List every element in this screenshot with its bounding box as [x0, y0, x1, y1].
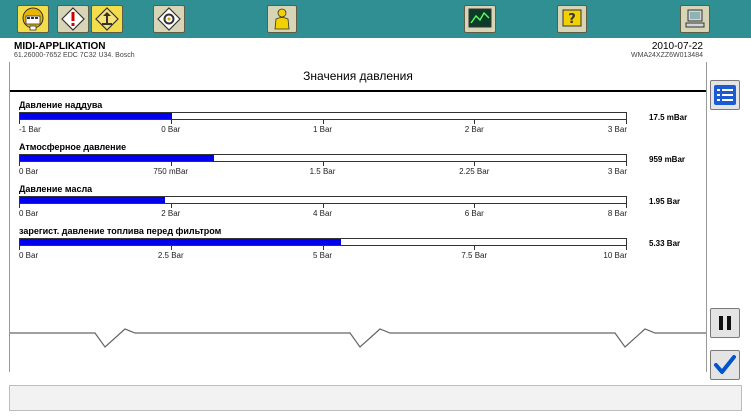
gauge-tick-label: 2.25 Bar — [459, 167, 490, 176]
gauge-tick — [626, 246, 627, 250]
gauge-tick-label: 0 Bar — [19, 251, 39, 260]
gauge-tick-label: 0 Bar — [161, 125, 181, 134]
gauge-tick — [322, 162, 324, 166]
gauge-tick — [170, 246, 172, 250]
gauge-bar — [19, 196, 627, 204]
help-button[interactable]: ? — [557, 5, 587, 33]
page-title: Значения давления — [10, 62, 706, 92]
gauge-ticks — [19, 120, 627, 124]
main-content: Значения давления Давление наддува -1 Bar… — [9, 62, 707, 372]
date-label: 2010-07-22 — [651, 41, 703, 52]
gauge-tick — [626, 204, 627, 208]
gauge-tick-label: 1 Bar — [312, 125, 333, 134]
diagnose-button[interactable] — [57, 5, 89, 33]
gauge-tick-label: 1.5 Bar — [309, 167, 336, 176]
gauge-tick — [474, 120, 476, 124]
gauge-tick-label: -1 Bar — [19, 125, 41, 134]
gauge-label: Атмосферное давление — [19, 142, 127, 152]
gauge-bar — [19, 154, 627, 162]
gauge-ticks — [19, 162, 627, 166]
warning-diamond-icon — [61, 7, 85, 31]
computer-button[interactable] — [680, 5, 710, 33]
computer-icon — [685, 9, 705, 28]
pause-icon — [719, 316, 731, 330]
gauge-bar — [19, 112, 627, 120]
gauge-tick-label: 0 Bar — [19, 167, 39, 176]
gauge-tick-label: 3 Bar — [607, 167, 627, 176]
question-icon: ? — [562, 9, 582, 27]
gauge-tick — [474, 246, 476, 250]
pause-button[interactable] — [710, 308, 740, 338]
vin-label: WMA24XZZ6W013484 — [631, 52, 703, 59]
gauge-tick — [170, 120, 172, 124]
gauge-label: Давление масла — [19, 184, 93, 194]
gauge-bar — [19, 238, 627, 246]
gauge-ticks — [19, 246, 627, 250]
gauge-tick-label: 10 Bar — [603, 251, 627, 260]
chart-button[interactable] — [464, 5, 496, 33]
gauge-bar-fill — [20, 239, 342, 245]
gauge-tick-label: 4 Bar — [312, 209, 333, 218]
list-icon — [714, 85, 736, 105]
gauge-tick — [322, 204, 324, 208]
gauge-tick-label: 8 Bar — [607, 209, 627, 218]
gauge-tick-label: 2.5 Bar — [157, 251, 184, 260]
measure-button[interactable] — [91, 5, 123, 33]
line-chart-icon — [468, 8, 492, 28]
status-bar — [9, 385, 742, 411]
gauge-tick — [626, 162, 627, 166]
gauge-tick — [170, 204, 172, 208]
scroll-break-line — [10, 328, 706, 348]
gauge-tick — [626, 120, 627, 124]
person-button[interactable] — [267, 5, 297, 33]
gauge-tick — [19, 204, 20, 208]
vehicle-header: MIDI-APPLIKATION 61.26000-7652 EDC 7C32 … — [0, 38, 751, 62]
bus-icon — [22, 7, 44, 31]
gauge-value: 959 mBar — [649, 155, 686, 164]
gauge-tick-label: 2 Bar — [161, 209, 181, 218]
gauge-tick — [19, 162, 20, 166]
gauge-value: 17.5 mBar — [649, 113, 688, 122]
bus-button[interactable] — [17, 5, 49, 33]
settings-button[interactable] — [153, 5, 185, 33]
gauge-tick-label: 5 Bar — [312, 251, 333, 260]
gauge-tick — [474, 162, 476, 166]
gauge-tick — [170, 162, 172, 166]
gauge-tick-label: 750 mBar — [153, 167, 189, 176]
gauge-tick-label: 2 Bar — [464, 125, 484, 134]
app-name: MIDI-APPLIKATION — [14, 41, 106, 52]
gauge-tick — [19, 246, 20, 250]
gauge-tick-label: 3 Bar — [607, 125, 627, 134]
gauge-ticks — [19, 204, 627, 208]
gauge-tick-label: 6 Bar — [464, 209, 484, 218]
checkmark-icon — [714, 355, 736, 374]
ecu-info: 61.26000-7652 EDC 7C32 U34. Bosch — [14, 52, 135, 59]
person-icon — [274, 8, 290, 30]
gauge-tick-label: 0 Bar — [19, 209, 39, 218]
gauge-tick-labels: 0 Bar 2.5 Bar 5 Bar 7.5 Bar 10 Bar — [19, 251, 627, 261]
diamond-arrow-icon — [95, 7, 119, 31]
gauge-tick-label: 7.5 Bar — [461, 251, 488, 260]
gauge-tick-labels: -1 Bar 0 Bar 1 Bar 2 Bar 3 Bar — [19, 125, 627, 135]
svg-text:?: ? — [568, 12, 576, 27]
gauge-label: зарегист. давление топлива перед фильтро… — [19, 226, 222, 236]
gauge-tick — [322, 120, 324, 124]
gauge-bar-fill — [20, 155, 214, 161]
gauge-tick-labels: 0 Bar 2 Bar 4 Bar 6 Bar 8 Bar — [19, 209, 627, 219]
gauge-bar-fill — [20, 197, 166, 203]
gauge-tick — [19, 120, 20, 124]
top-toolbar: ? — [0, 0, 751, 39]
gauge-tick — [322, 246, 324, 250]
gauge-tick-labels: 0 Bar 750 mBar 1.5 Bar 2.25 Bar 3 Bar — [19, 167, 627, 177]
gauge-label: Давление наддува — [19, 100, 103, 110]
gauge-value: 5.33 Bar — [649, 239, 681, 248]
gauge-bar-fill — [20, 113, 172, 119]
confirm-button[interactable] — [710, 350, 740, 380]
gear-diamond-icon — [157, 7, 181, 31]
list-button[interactable] — [710, 80, 740, 110]
gauge-value: 1.95 Bar — [649, 197, 681, 206]
gauge-tick — [474, 204, 476, 208]
